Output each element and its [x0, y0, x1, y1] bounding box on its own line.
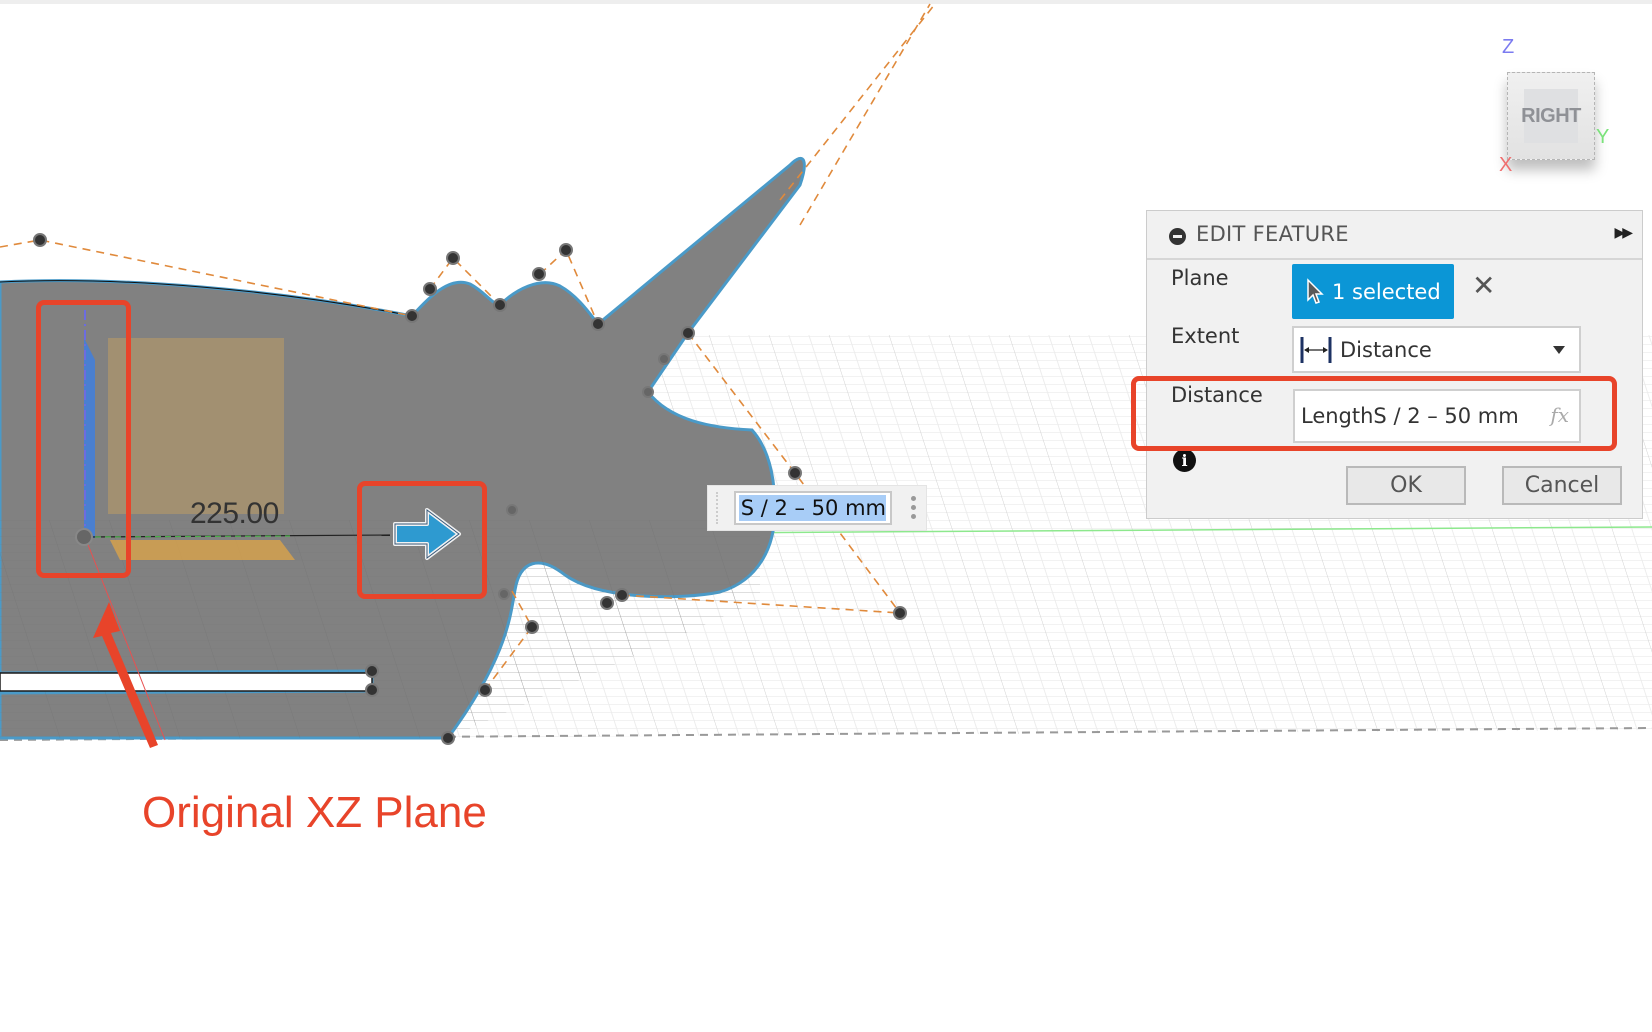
distance-extent-icon	[1300, 336, 1332, 363]
annotation-box-arrow	[357, 481, 487, 599]
minus-circle-icon[interactable]	[1169, 228, 1186, 245]
plane-selection-button[interactable]: 1 selected	[1292, 264, 1454, 319]
inline-distance-value[interactable]: S / 2 – 50 mm	[738, 495, 886, 521]
annotation-caption: Original XZ Plane	[142, 788, 487, 837]
extent-label: Extent	[1171, 324, 1240, 348]
fast-forward-icon[interactable]: ▶▶	[1614, 225, 1632, 241]
inline-distance-field[interactable]: S / 2 – 50 mm	[734, 491, 892, 525]
panel-header[interactable]: EDIT FEATURE ▶▶	[1147, 211, 1642, 260]
drag-handle[interactable]	[716, 492, 724, 524]
plane-preview-base	[110, 540, 295, 560]
x-axis-label: X	[1499, 154, 1513, 176]
plane-selection-count: 1 selected	[1332, 279, 1441, 304]
dimension-label: 225.00	[190, 497, 279, 530]
cancel-button[interactable]: Cancel	[1502, 466, 1622, 505]
y-axis-label: Y	[1596, 126, 1610, 148]
view-cube[interactable]: RIGHT	[1505, 70, 1595, 160]
view-cube-right-label[interactable]: RIGHT	[1521, 89, 1581, 143]
plane-preview-face	[108, 338, 284, 514]
z-axis-label: Z	[1502, 36, 1515, 58]
ok-button[interactable]: OK	[1346, 466, 1466, 505]
plane-label: Plane	[1171, 266, 1229, 290]
clear-selection-icon[interactable]: ✕	[1472, 269, 1495, 302]
slot-cutout	[0, 672, 373, 692]
annotation-box-distance	[1131, 376, 1617, 451]
cursor-arrow-icon	[1307, 277, 1324, 304]
view-cube-face[interactable]: RIGHT	[1507, 72, 1595, 160]
panel-title: EDIT FEATURE	[1196, 222, 1349, 246]
extent-dropdown[interactable]: Distance	[1292, 326, 1581, 373]
inline-distance-input[interactable]: S / 2 – 50 mm	[708, 486, 926, 530]
extent-value: Distance	[1340, 337, 1432, 362]
annotation-box-plane	[36, 300, 131, 578]
chevron-down-icon[interactable]	[1553, 346, 1565, 354]
more-options-icon[interactable]	[911, 496, 917, 523]
info-icon[interactable]: i	[1173, 449, 1196, 472]
edit-feature-panel: EDIT FEATURE ▶▶ Plane 1 selected ✕ Exten…	[1146, 210, 1643, 519]
